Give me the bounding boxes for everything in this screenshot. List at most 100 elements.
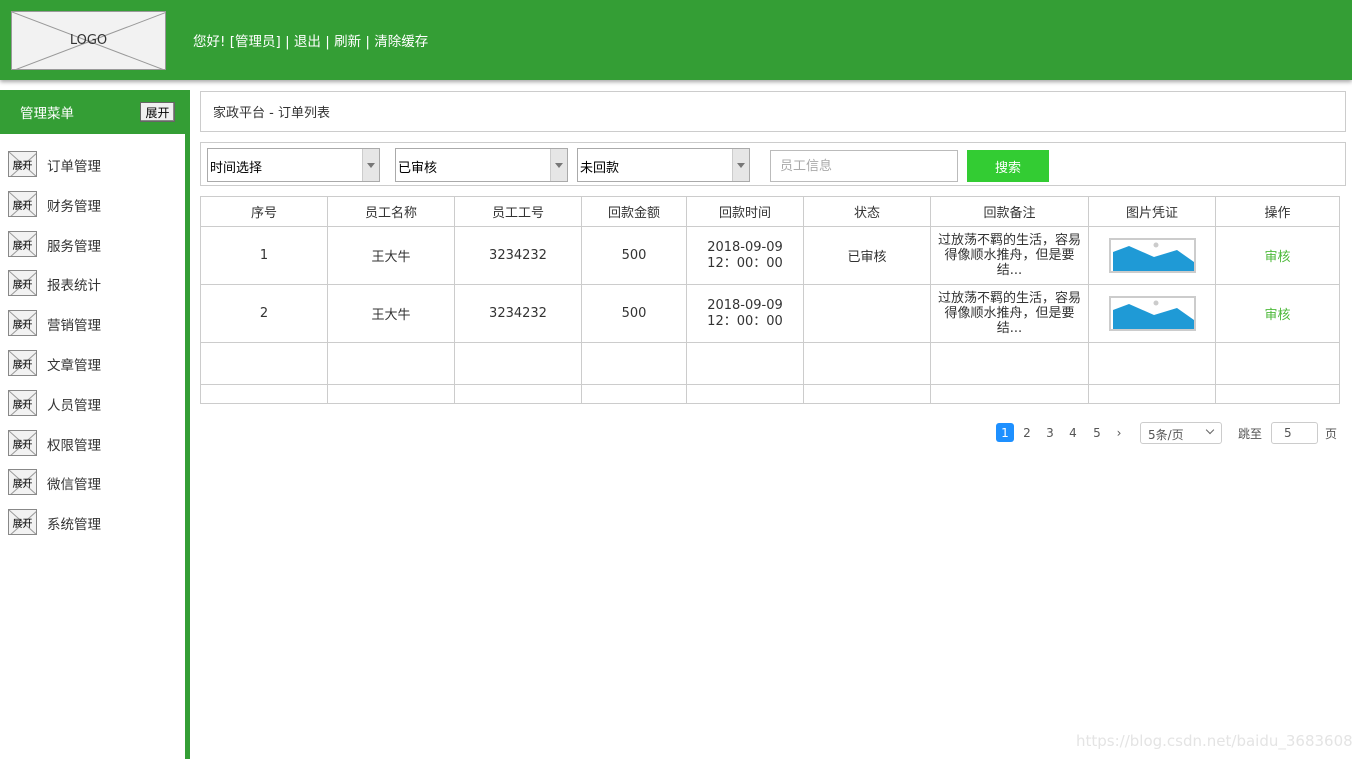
sidebar-item-label: 营销管理 xyxy=(47,318,101,334)
column-header: 状态 xyxy=(803,196,931,227)
sidebar-title: 管理菜单 xyxy=(20,106,74,122)
page-size-select[interactable]: 5条/页 xyxy=(1140,422,1222,444)
jump-to-label: 跳至 xyxy=(1238,427,1263,441)
jump-page-input[interactable] xyxy=(1271,422,1318,444)
expand-icon-label: 展开 xyxy=(12,399,33,411)
row-index: 1 xyxy=(200,226,328,285)
payment-time: 2018-09-09 12：00：00 xyxy=(686,284,804,343)
column-header: 序号 xyxy=(200,196,328,227)
logo: LOGO xyxy=(11,11,166,70)
payment-time: 2018-09-09 12：00：00 xyxy=(686,226,804,285)
page-2-button[interactable]: 2 xyxy=(1018,423,1036,442)
row-index: 2 xyxy=(200,284,328,343)
expand-all-button[interactable]: 展开 xyxy=(140,102,175,122)
sidebar-item-label: 微信管理 xyxy=(47,477,101,493)
employee-name: 王大牛 xyxy=(327,284,455,343)
payment-select-value: 未回款 xyxy=(580,161,620,176)
status: 已审核 xyxy=(803,226,931,285)
breadcrumb: 家政平台 - 订单列表 xyxy=(213,106,330,121)
page-unit-label: 页 xyxy=(1325,427,1338,441)
image-voucher-thumbnail[interactable] xyxy=(1108,238,1196,273)
dropdown-arrow-icon xyxy=(362,149,379,181)
sidebar-header: 管理菜单 展开 xyxy=(0,90,185,134)
expand-icon-label: 展开 xyxy=(12,478,33,490)
logout-link[interactable]: 退出 xyxy=(294,34,321,50)
audit-link[interactable]: 审核 xyxy=(1264,308,1290,323)
employee-search-input[interactable] xyxy=(770,150,958,182)
page-4-button[interactable]: 4 xyxy=(1064,423,1082,442)
audit-status-select[interactable]: 已审核 xyxy=(395,148,568,182)
sidebar-item[interactable]: 展开 系统管理 xyxy=(8,509,178,535)
sidebar-item-label: 系统管理 xyxy=(47,517,101,533)
sidebar-item[interactable]: 展开 服务管理 xyxy=(8,231,178,257)
image-voucher-thumbnail[interactable] xyxy=(1108,296,1196,331)
sidebar-item[interactable]: 展开 权限管理 xyxy=(8,430,178,456)
payment-amount: 500 xyxy=(581,226,687,285)
expand-icon: 展开 xyxy=(8,509,37,535)
sidebar-item[interactable]: 展开 财务管理 xyxy=(8,191,178,217)
page-1-button[interactable]: 1 xyxy=(996,423,1014,442)
next-page-icon[interactable]: › xyxy=(1110,423,1128,442)
sidebar-item[interactable]: 展开 报表统计 xyxy=(8,270,178,296)
dropdown-arrow-icon xyxy=(732,149,749,181)
expand-icon: 展开 xyxy=(8,469,37,495)
employee-number: 3234232 xyxy=(454,226,582,285)
watermark: https://blog.csdn.net/baidu_36836080 xyxy=(1076,732,1352,750)
table-row-empty xyxy=(200,384,1340,404)
audit-select-value: 已审核 xyxy=(398,161,438,176)
sidebar-item-label: 文章管理 xyxy=(47,358,101,374)
image-placeholder-icon xyxy=(1112,300,1194,329)
table-row: 2 王大牛 3234232 500 2018-09-09 12：00：00 过放荡… xyxy=(200,284,1340,343)
payment-date: 2018-09-09 xyxy=(707,239,783,255)
expand-icon-label: 展开 xyxy=(12,439,33,451)
filter-bar: 时间选择 已审核 未回款 搜索 xyxy=(200,142,1346,186)
sidebar-item[interactable]: 展开 文章管理 xyxy=(8,350,178,376)
page-3-button[interactable]: 3 xyxy=(1041,423,1059,442)
clear-cache-link[interactable]: 清除缓存 xyxy=(374,34,428,50)
sidebar-item-label: 订单管理 xyxy=(47,159,101,175)
expand-icon: 展开 xyxy=(8,310,37,336)
expand-icon-label: 展开 xyxy=(12,319,33,331)
sidebar-item[interactable]: 展开 订单管理 xyxy=(8,151,178,177)
employee-name: 王大牛 xyxy=(327,226,455,285)
time-select[interactable]: 时间选择 xyxy=(207,148,380,182)
audit-link[interactable]: 审核 xyxy=(1264,250,1290,265)
expand-icon-label: 展开 xyxy=(12,200,33,212)
expand-icon: 展开 xyxy=(8,390,37,416)
column-header: 回款时间 xyxy=(686,196,804,227)
sidebar: 管理菜单 展开 展开 订单管理 展开 财务管理 展开 服务管理 展开 报表统计 展开 营销管理 展开… xyxy=(0,90,190,759)
page-5-button[interactable]: 5 xyxy=(1088,423,1106,442)
status xyxy=(803,284,931,343)
payment-clock: 12：00：00 xyxy=(707,313,783,329)
column-header: 图片凭证 xyxy=(1088,196,1216,227)
expand-icon-label: 展开 xyxy=(12,240,33,252)
image-voucher-cell xyxy=(1088,226,1216,285)
expand-icon-label: 展开 xyxy=(12,359,33,371)
separator: | xyxy=(285,34,290,50)
column-header: 回款备注 xyxy=(930,196,1089,227)
time-select-value: 时间选择 xyxy=(210,161,263,176)
column-header: 员工名称 xyxy=(327,196,455,227)
table-header-row: 序号 员工名称 员工工号 回款金额 回款时间 状态 回款备注 图片凭证 操作 xyxy=(200,196,1340,227)
payment-note: 过放荡不羁的生活，容易得像顺水推舟，但是要结... xyxy=(930,226,1089,285)
dropdown-arrow-icon xyxy=(550,149,567,181)
sidebar-item[interactable]: 展开 人员管理 xyxy=(8,390,178,416)
column-header: 员工工号 xyxy=(454,196,582,227)
logo-text: LOGO xyxy=(69,33,108,48)
sidebar-item-label: 权限管理 xyxy=(47,438,101,454)
expand-icon: 展开 xyxy=(8,430,37,456)
sidebar-item[interactable]: 展开 营销管理 xyxy=(8,310,178,336)
expand-icon: 展开 xyxy=(8,191,37,217)
payment-status-select[interactable]: 未回款 xyxy=(577,148,750,182)
sidebar-item[interactable]: 展开 微信管理 xyxy=(8,469,178,495)
top-header: LOGO 您好! [管理员] | 退出 | 刷新 | 清除缓存 xyxy=(0,0,1352,80)
page-size-value: 5条/页 xyxy=(1148,428,1184,442)
payment-date: 2018-09-09 xyxy=(707,297,783,313)
separator: | xyxy=(365,34,370,50)
table-row: 1 王大牛 3234232 500 2018-09-09 12：00：00 已审核… xyxy=(200,226,1340,285)
breadcrumb-bar: 家政平台 - 订单列表 xyxy=(200,91,1346,132)
expand-icon-label: 展开 xyxy=(12,279,33,291)
refresh-link[interactable]: 刷新 xyxy=(334,34,361,50)
separator: | xyxy=(325,34,330,50)
search-button[interactable]: 搜索 xyxy=(967,150,1049,182)
